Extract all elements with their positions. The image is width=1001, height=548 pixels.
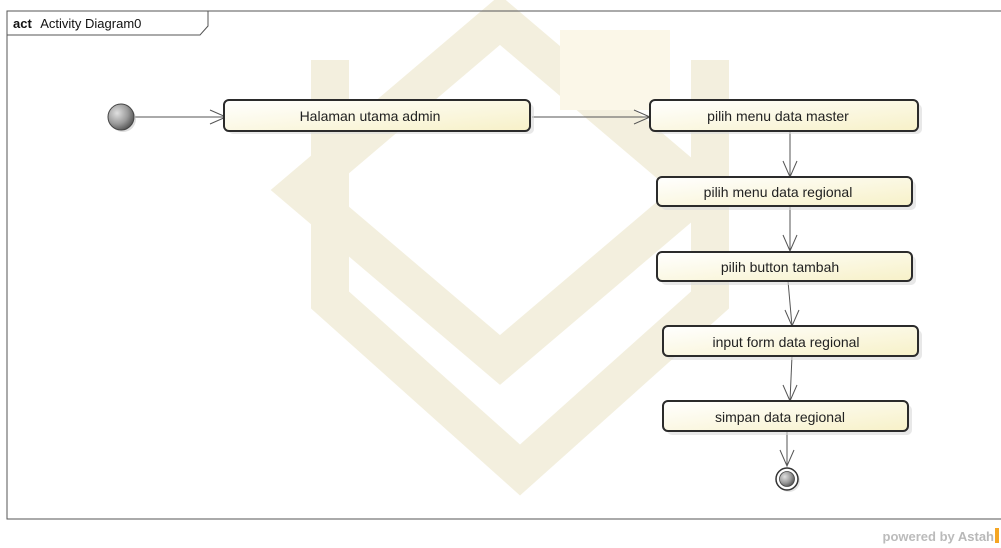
action-label: pilih menu data regional	[704, 184, 853, 200]
action-halaman-utama-admin: Halaman utama admin	[223, 99, 534, 134]
action-pilih-menu-data-master: pilih menu data master	[649, 99, 922, 134]
action-input-form-data-regional: input form data regional	[662, 325, 922, 360]
background-watermark	[270, 0, 730, 496]
action-label: simpan data regional	[715, 409, 845, 425]
action-simpan-data-regional: simpan data regional	[662, 400, 912, 435]
initial-node	[107, 103, 136, 132]
action-pilih-button-tambah: pilih button tambah	[656, 251, 916, 285]
action-label: Halaman utama admin	[300, 108, 441, 124]
action-label: pilih button tambah	[721, 259, 839, 275]
activity-diagram: act Activity Diagram0 Halaman utama admi…	[6, 0, 1001, 544]
frame-title: act Activity Diagram0	[13, 15, 141, 32]
powered-brand: Astah	[958, 529, 994, 544]
flow-a2-to-a3	[782, 131, 798, 179]
astah-brand-mark	[995, 528, 999, 543]
flow-a4-to-a5	[784, 280, 800, 328]
flow-a6-to-final	[779, 431, 795, 468]
final-node	[775, 467, 800, 492]
action-pilih-menu-data-regional: pilih menu data regional	[656, 176, 916, 210]
action-label: input form data regional	[712, 334, 859, 350]
flow-a3-to-a4	[782, 206, 798, 253]
frame-name: Activity Diagram0	[40, 16, 141, 31]
frame-keyword: act	[13, 16, 32, 31]
flow-a5-to-a6	[782, 355, 798, 403]
action-label: pilih menu data master	[707, 108, 849, 124]
flow-initial-to-a1	[135, 109, 228, 125]
powered-prefix: powered by	[883, 529, 958, 544]
powered-by-label: powered by Astah	[883, 529, 995, 544]
